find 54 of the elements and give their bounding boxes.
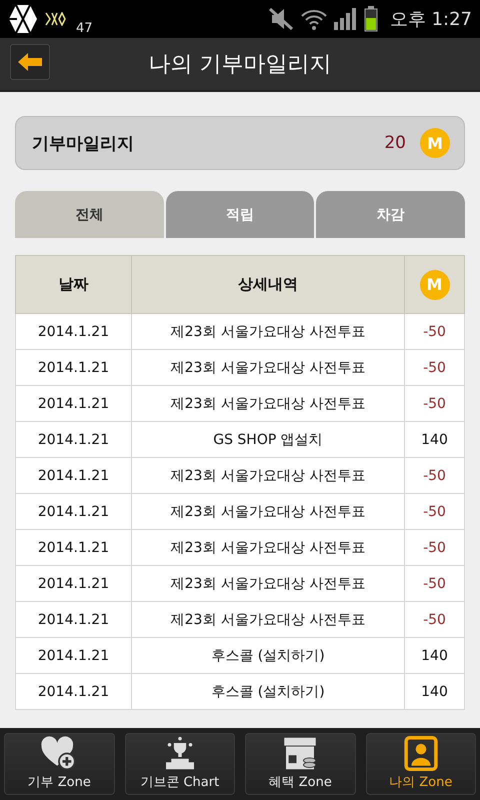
date-cell: 2014.1.21 [16,422,132,458]
amount-cell: -50 [404,530,464,566]
filter-tab[interactable]: 전체 [15,191,164,238]
date-cell: 2014.1.21 [16,602,132,638]
detail-cell: 제23회 서울가요대상 사전투표 [132,602,404,638]
detail-cell: 제23회 서울가요대상 사전투표 [132,350,404,386]
amount-cell: 140 [404,422,464,458]
detail-cell: 제23회 서울가요대상 사전투표 [132,530,404,566]
detail-cell: GS SHOP 앱설치 [132,422,404,458]
detail-cell: 제23회 서울가요대상 사전투표 [132,566,404,602]
nav-tab[interactable]: 혜택 Zone [245,733,356,795]
nav-tab[interactable]: 기브콘 Chart [124,733,235,795]
date-cell: 2014.1.21 [16,530,132,566]
wifi-icon [300,7,328,31]
amount-cell: 140 [404,638,464,674]
detail-cell: 후스콜 (설치하기) [132,638,404,674]
mileage-value: 20 [384,133,406,153]
date-cell: 2014.1.21 [16,458,132,494]
date-cell: 2014.1.21 [16,314,132,350]
battery-icon [364,6,378,32]
detail-cell: 제23회 서울가요대상 사전투표 [132,386,404,422]
mileage-label: 기부마일리지 [32,132,135,154]
amount-cell: -50 [404,602,464,638]
back-button[interactable] [10,44,50,80]
amount-cell: 140 [404,674,464,710]
date-cell: 2014.1.21 [16,386,132,422]
amount-cell: -50 [404,566,464,602]
coin-icon: M [420,128,450,158]
coin-icon: M [420,270,450,300]
date-cell: 2014.1.21 [16,350,132,386]
amount-cell: -50 [404,350,464,386]
clock-time: 오후 1:27 [390,8,472,31]
notification-count: 47 [76,21,93,36]
detail-cell: 제23회 서울가요대상 사전투표 [132,494,404,530]
amount-cell: -50 [404,494,464,530]
date-cell: 2014.1.21 [16,566,132,602]
mute-icon [268,7,294,31]
amount-cell: -50 [404,314,464,350]
hexagon-logo-icon [8,4,38,34]
amount-cell: -50 [404,458,464,494]
nav-tab[interactable]: 나의 Zone [366,733,476,795]
signal-icon [334,8,358,30]
screen-title: 나의 기부마일리지 [148,51,332,79]
detail-cell: 제23회 서울가요대상 사전투표 [132,314,404,350]
date-cell: 2014.1.21 [16,674,132,710]
detail-cell: 후스콜 (설치하기) [132,674,404,710]
back-arrow-icon [18,53,42,71]
amount-cell: -50 [404,386,464,422]
detail-cell: 제23회 서울가요대상 사전투표 [132,458,404,494]
column-header: 상세내역 [132,256,404,314]
nav-tab[interactable]: 기부 Zone [4,733,114,795]
date-cell: 2014.1.21 [16,638,132,674]
date-cell: 2014.1.21 [16,494,132,530]
column-header: 날짜 [16,256,132,314]
